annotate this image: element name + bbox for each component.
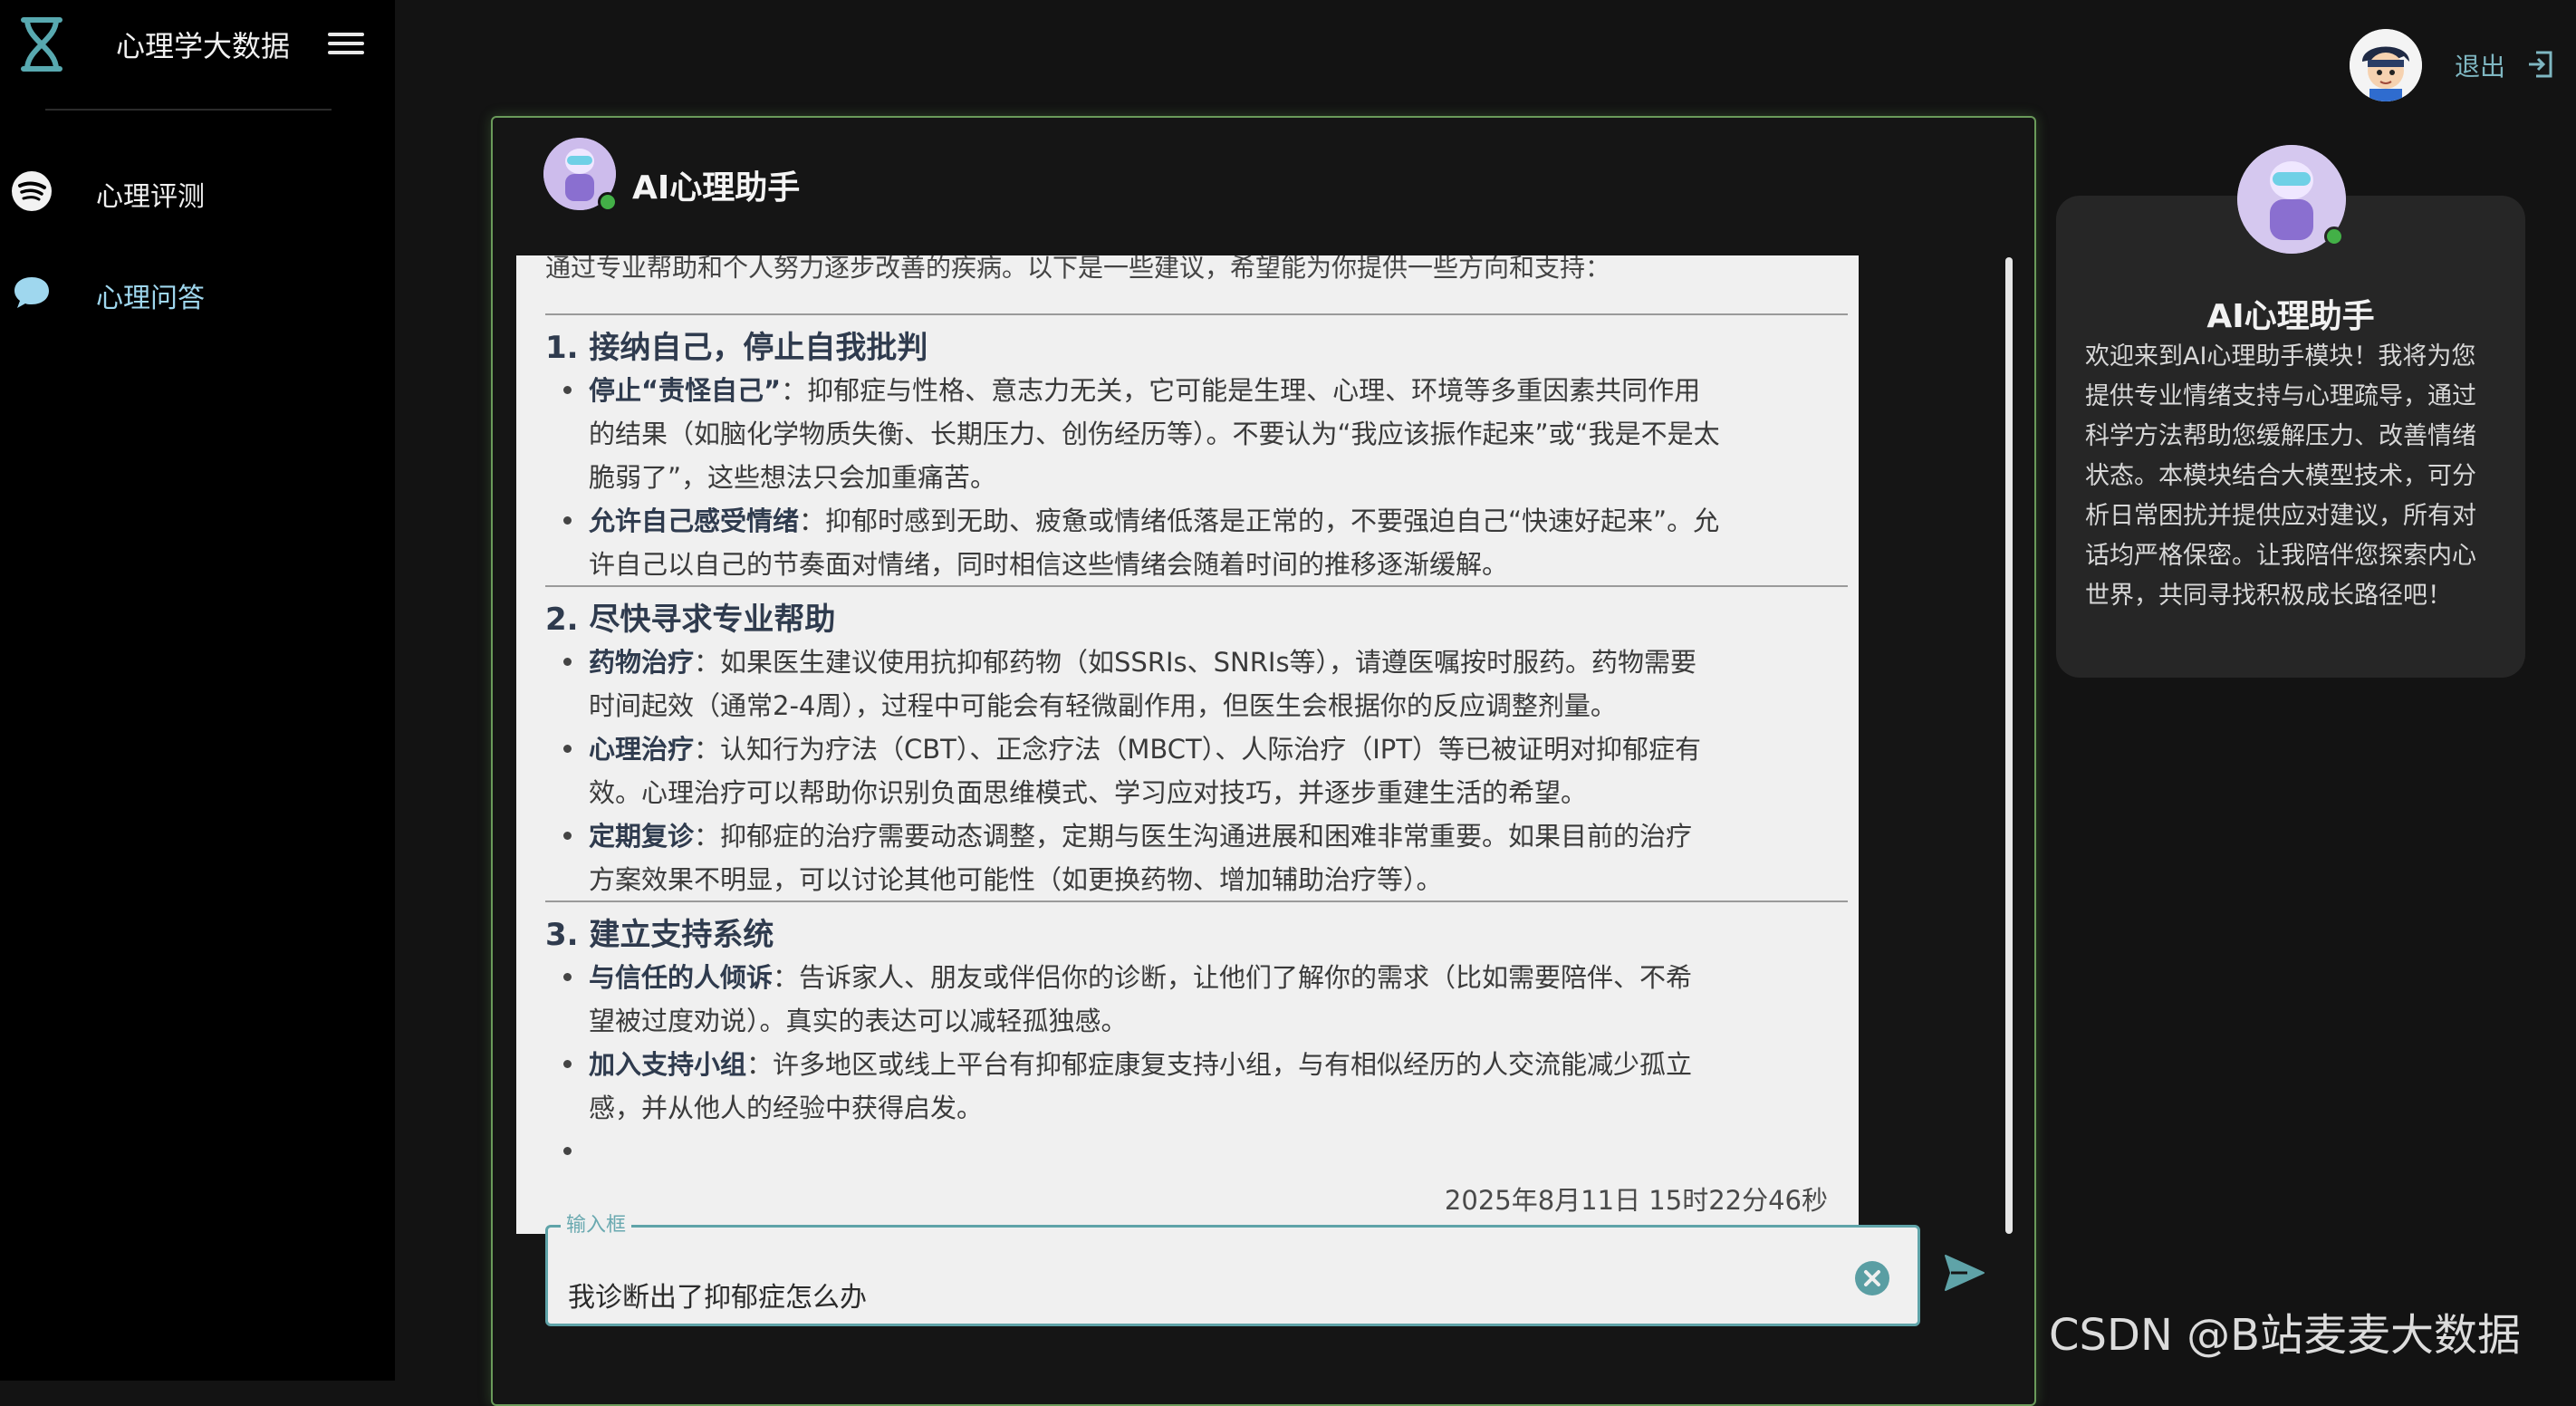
dna-logo-icon [21,17,62,72]
list-item: 与信任的人倾诉：告诉家人、朋友或伴侣你的诊断，让他们了解你的需求（比如需要陪伴、… [589,962,1693,993]
hamburger-menu-icon[interactable] [328,27,364,60]
watermark: CSDN @B站麦麦大数据 [2049,1310,2522,1361]
list-item: 药物治疗：如果医生建议使用抗抑郁药物（如SSRIs、SNRIs等），请遵医嘱按时… [589,647,1697,678]
bullet [563,658,572,666]
online-status-dot [598,192,618,212]
assistant-message: 通过专业帮助和个人努力逐步改善的疾病。以下是一些建议，希望能为你提供一些方向和支… [516,255,1859,1234]
bullet [563,516,572,525]
sidebar-divider [45,109,332,111]
list-item: 加入支持小组：许多地区或线上平台有抑郁症康复支持小组，与有相似经历的人交流能减少… [589,1049,1693,1080]
section-heading: 1. 接纳自己，停止自我批判 [545,330,928,366]
message-timestamp: 2025年8月11日 15时22分46秒 [1444,1185,1828,1216]
online-status-dot [2324,226,2344,246]
logout-icon[interactable] [2525,49,2556,80]
divider [545,900,1848,902]
bullet [563,973,572,981]
chat-input[interactable]: 输入框 我诊断出了抑郁症怎么办 [545,1215,1920,1326]
list-item-line: 效。心理治疗可以帮助你识别负面思维模式、学习应对技巧，并逐步重建生活的希望。 [589,777,1588,808]
bullet [563,1060,572,1068]
sidebar-item-label: 心理问答 [96,283,205,314]
clear-input-icon[interactable] [1854,1260,1890,1296]
spotify-icon [12,171,52,211]
user-avatar-icon [2350,29,2422,101]
message-scrollbar[interactable] [2005,257,2013,1234]
chat-title: AI心理助手 [632,169,801,207]
bullet [563,745,572,753]
list-item-line: 望被过度劝说）。真实的表达可以减轻孤独感。 [589,1006,1128,1036]
input-legend: 输入框 [561,1215,632,1237]
bullet [563,832,572,840]
input-value[interactable]: 我诊断出了抑郁症怎么办 [568,1275,867,1315]
divider [545,585,1848,587]
list-item: 停止“责怪自己”：抑郁症与性格、意志力无关，它可能是生理、心理、环境等多重因素共… [589,375,1701,406]
logout-link[interactable]: 退出 [2455,47,2505,83]
bullet [563,1147,572,1155]
list-item-line: 方案效果不明显，可以讨论其他可能性（如更换药物、增加辅助治疗等）。 [589,864,1443,895]
info-card-description: 欢迎来到AI心理助手模块！我将为您提供专业情绪支持与心理疏导，通过科学方法帮助您… [2085,342,2476,610]
message-intro: 通过专业帮助和个人努力逐步改善的疾病。以下是一些建议，希望能为你提供一些方向和支… [545,255,1611,283]
brand-title: 心理学大数据 [116,29,291,63]
list-item-line: 许自己以自己的节奏面对情绪，同时相信这些情绪会随着时间的推移逐渐缓解。 [589,549,1509,580]
list-item-line: 的结果（如脑化学物质失衡、长期压力、创伤经历等）。不要认为“我应该振作起来”或“… [589,419,1720,449]
chat-bubble-icon [14,277,49,308]
send-icon[interactable] [1942,1250,1987,1295]
user-avatar[interactable] [2350,29,2422,101]
divider [545,313,1848,315]
chat-panel: AI心理助手 通过专业帮助和个人努力逐步改善的疾病。以下是一些建议，希望能为你提… [491,116,2036,1406]
list-item: 心理治疗：认知行为疗法（CBT）、正念疗法（MBCT）、人际治疗（IPT）等已被… [589,734,1701,765]
sidebar: 心理学大数据 心理评测 心理问答 [0,0,395,1381]
list-item-line: 脆弱了”，这些想法只会加重痛苦。 [589,462,997,493]
sidebar-item-label: 心理评测 [96,181,205,213]
list-item: 定期复诊：抑郁症的治疗需要动态调整，定期与医生沟通进展和困难非常重要。如果目前的… [589,821,1693,852]
brand: 心理学大数据 [0,0,395,100]
info-card-title: AI心理助手 [2206,298,2375,335]
sidebar-item-assessment[interactable]: 心理评测 [0,158,395,221]
section-heading: 2. 尽快寻求专业帮助 [545,602,836,638]
list-item: 允许自己感受情绪：抑郁时感到无助、疲惫或情绪低落是正常的，不要强迫自己“快速好起… [589,506,1720,536]
sidebar-item-qa[interactable]: 心理问答 [0,259,395,323]
list-item-line: 时间起效（通常2-4周），过程中可能会有轻微副作用，但医生会根据你的反应调整剂量… [589,690,1617,721]
bullet [563,386,572,394]
section-heading: 3. 建立支持系统 [545,917,774,953]
list-item-line: 感，并从他人的经验中获得启发。 [589,1093,984,1123]
